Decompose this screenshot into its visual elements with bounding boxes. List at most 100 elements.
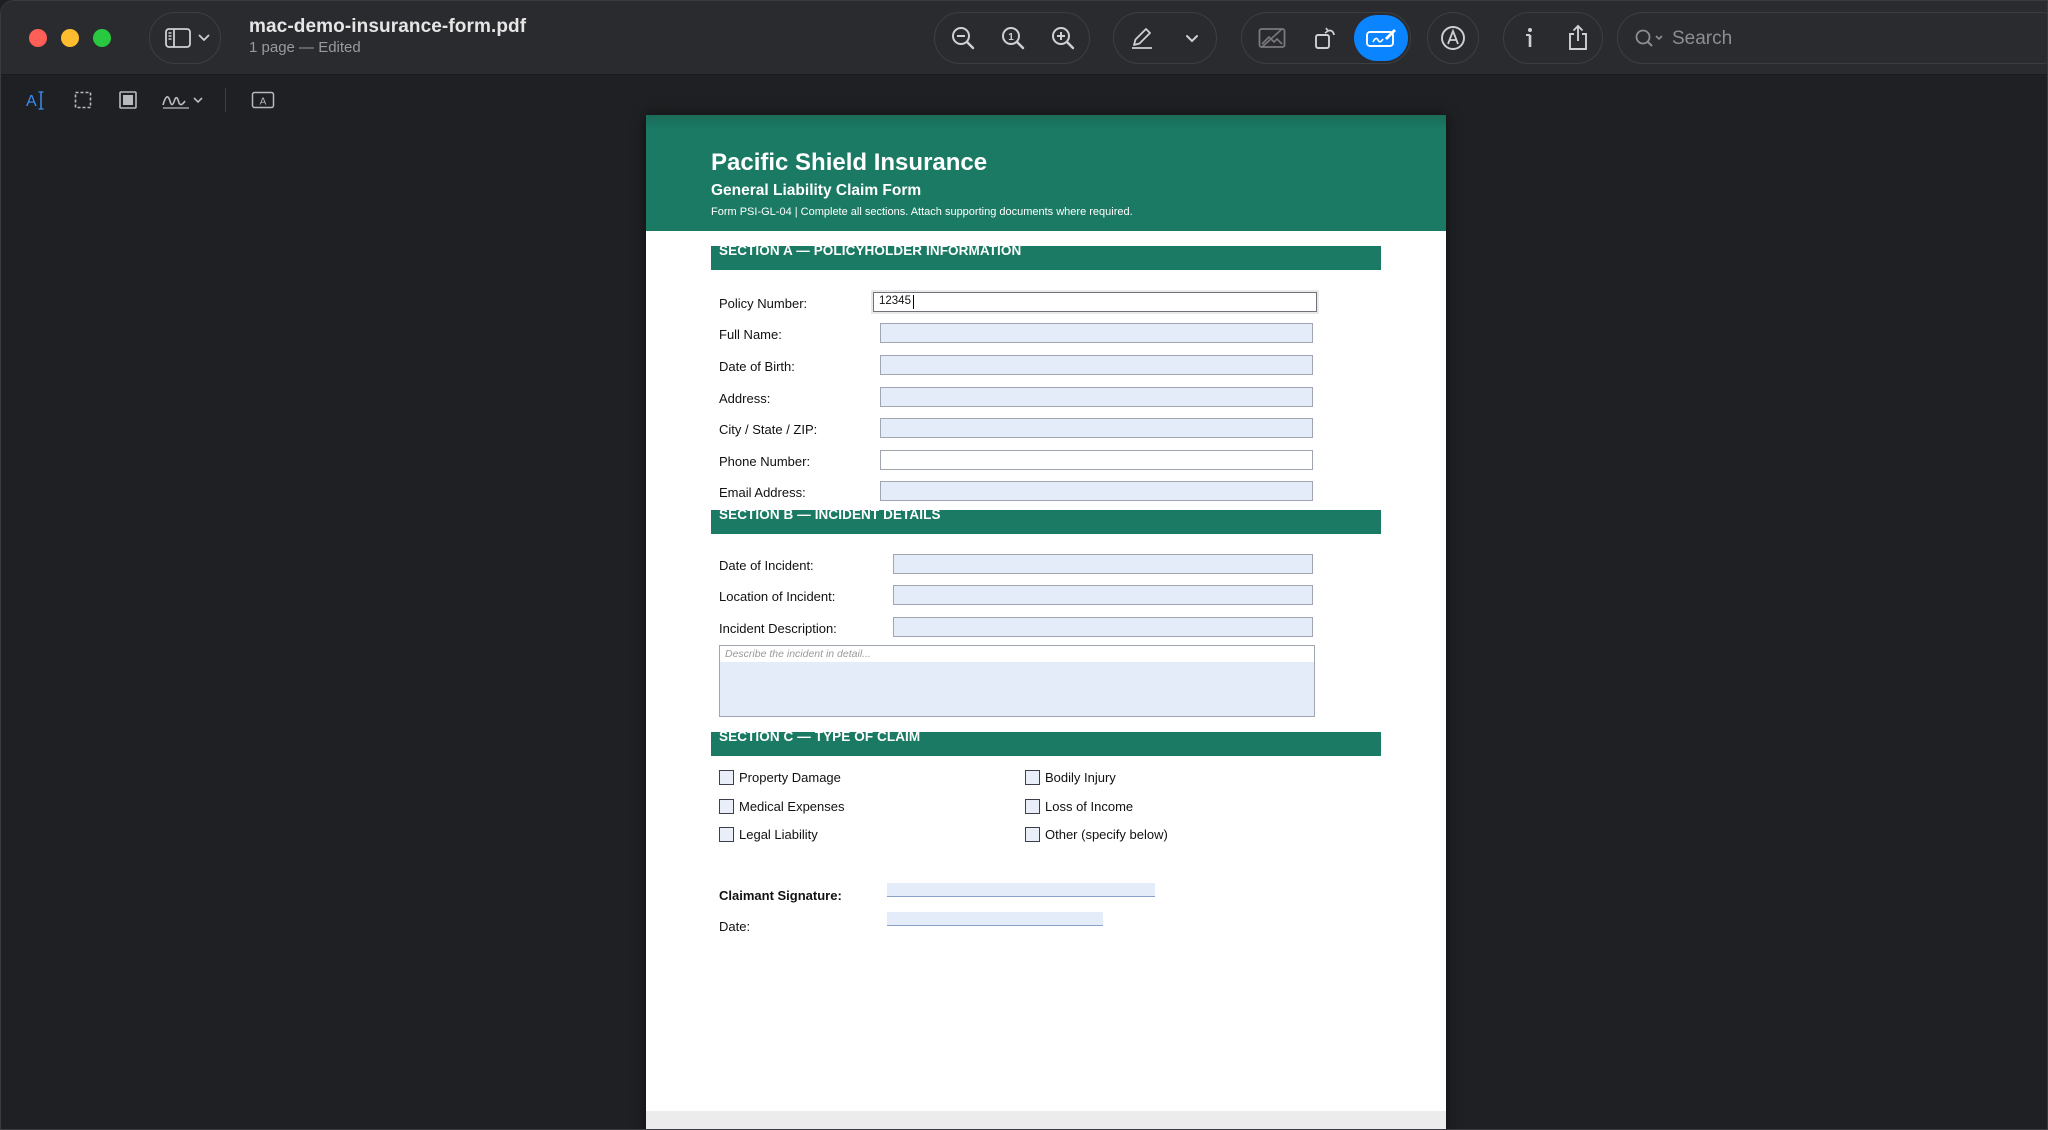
section-c-title: SECTION C — TYPE OF CLAIM bbox=[719, 729, 921, 744]
chevron-down-icon bbox=[192, 13, 216, 63]
section-b-title: SECTION B — INCIDENT DETAILS bbox=[719, 507, 941, 522]
legal-liability-label: Legal Liability bbox=[739, 827, 818, 842]
other-checkbox[interactable] bbox=[1025, 827, 1040, 842]
rotate-icon bbox=[1315, 27, 1335, 49]
email-label: Email Address: bbox=[719, 485, 806, 500]
page-footer-strip bbox=[646, 1111, 1446, 1129]
info-share-group bbox=[1503, 12, 1603, 64]
markup-icon bbox=[1366, 29, 1396, 47]
zoom-out-button[interactable] bbox=[939, 13, 987, 63]
zoom-in-button[interactable] bbox=[1039, 13, 1087, 63]
city-state-zip-field[interactable] bbox=[880, 418, 1313, 438]
highlight-menu-button[interactable] bbox=[1168, 13, 1216, 63]
section-a-header: SECTION A — POLICYHOLDER INFORMATION bbox=[711, 243, 1381, 270]
rotate-button[interactable] bbox=[1302, 13, 1350, 63]
medical-expenses-checkbox[interactable] bbox=[719, 799, 734, 814]
phone-field[interactable] bbox=[880, 450, 1313, 470]
document-title: mac-demo-insurance-form.pdf bbox=[249, 16, 527, 37]
bodily-injury-checkbox[interactable] bbox=[1025, 770, 1040, 785]
toolbar-divider bbox=[225, 88, 226, 112]
text-box-icon: A bbox=[251, 91, 275, 109]
dob-label: Date of Birth: bbox=[719, 359, 795, 374]
policy-number-field[interactable]: 12345 bbox=[873, 292, 1317, 312]
text-selection-tool[interactable]: A bbox=[25, 87, 47, 113]
sidebar-toggle-button[interactable] bbox=[149, 12, 221, 64]
share-icon bbox=[1569, 24, 1587, 50]
form-instructions: Form PSI-GL-04 | Complete all sections. … bbox=[711, 206, 1133, 218]
textarea-placeholder-row: Describe the incident in detail... bbox=[720, 646, 1314, 662]
incident-date-label: Date of Incident: bbox=[719, 558, 814, 573]
incident-location-label: Location of Incident: bbox=[719, 589, 836, 604]
document-status: 1 page — Edited bbox=[249, 39, 361, 56]
textarea-placeholder: Describe the incident in detail... bbox=[725, 648, 871, 660]
email-field[interactable] bbox=[880, 481, 1313, 501]
property-damage-checkbox[interactable] bbox=[719, 770, 734, 785]
search-placeholder: Search bbox=[1672, 28, 1733, 49]
redact-tool[interactable] bbox=[118, 87, 138, 113]
rectangular-selection-tool[interactable] bbox=[73, 87, 93, 113]
city-state-zip-label: City / State / ZIP: bbox=[719, 422, 818, 437]
highlight-button[interactable] bbox=[1118, 13, 1166, 63]
search-field[interactable]: Search bbox=[1617, 12, 2047, 64]
signature-date-field[interactable] bbox=[887, 912, 1103, 926]
svg-text:1: 1 bbox=[1008, 32, 1014, 43]
minimize-window-button[interactable] bbox=[61, 29, 79, 47]
chevron-down-icon bbox=[1186, 34, 1198, 42]
company-name: Pacific Shield Insurance bbox=[711, 149, 988, 176]
svg-text:A: A bbox=[26, 93, 37, 110]
markup-toolbar-button[interactable] bbox=[1354, 15, 1408, 61]
info-button[interactable] bbox=[1506, 13, 1554, 63]
section-c-header: SECTION C — TYPE OF CLAIM bbox=[711, 729, 1381, 756]
loss-of-income-checkbox[interactable] bbox=[1025, 799, 1040, 814]
address-label: Address: bbox=[719, 391, 771, 406]
incident-location-field[interactable] bbox=[893, 585, 1313, 605]
zoom-group: 1 bbox=[934, 12, 1090, 64]
titlebar: mac-demo-insurance-form.pdf 1 page — Edi… bbox=[1, 1, 2047, 75]
sign-tool[interactable] bbox=[161, 87, 205, 113]
property-damage-label: Property Damage bbox=[739, 770, 841, 785]
search-icon bbox=[1635, 29, 1663, 47]
other-label: Other (specify below) bbox=[1045, 827, 1168, 842]
section-a-title: SECTION A — POLICYHOLDER INFORMATION bbox=[719, 243, 1022, 258]
policy-number-label: Policy Number: bbox=[719, 296, 808, 311]
section-b-header: SECTION B — INCIDENT DETAILS bbox=[711, 507, 1381, 534]
bodily-injury-label: Bodily Injury bbox=[1045, 770, 1116, 785]
form-header: Pacific Shield Insurance General Liabili… bbox=[646, 115, 1446, 231]
signature-field[interactable] bbox=[887, 883, 1155, 897]
preview-window: mac-demo-insurance-form.pdf 1 page — Edi… bbox=[0, 0, 2048, 1130]
annotate-icon bbox=[1441, 26, 1465, 50]
image-edit-button[interactable] bbox=[1248, 13, 1296, 63]
zoom-in-icon bbox=[1052, 27, 1075, 50]
address-field[interactable] bbox=[880, 387, 1313, 407]
pdf-page: Pacific Shield Insurance General Liabili… bbox=[646, 115, 1446, 1129]
fullscreen-window-button[interactable] bbox=[93, 29, 111, 47]
svg-text:A: A bbox=[260, 97, 267, 108]
text-box-tool[interactable]: A bbox=[251, 87, 275, 113]
legal-liability-checbox[interactable] bbox=[719, 827, 734, 842]
signature-icon bbox=[162, 96, 203, 109]
annotate-button[interactable] bbox=[1429, 13, 1477, 63]
annotate-group bbox=[1427, 12, 1479, 64]
highlight-group bbox=[1113, 12, 1217, 64]
redact-icon bbox=[119, 91, 137, 109]
rect-select-icon bbox=[74, 91, 92, 109]
loss-of-income-label: Loss of Income bbox=[1045, 799, 1134, 814]
full-name-field[interactable] bbox=[880, 323, 1313, 343]
image-icon bbox=[1258, 28, 1286, 48]
share-button[interactable] bbox=[1554, 13, 1602, 63]
close-window-button[interactable] bbox=[29, 29, 47, 47]
actual-size-button[interactable]: 1 bbox=[989, 13, 1037, 63]
signature-label: Claimant Signature: bbox=[719, 888, 842, 903]
incident-description-label: Incident Description: bbox=[719, 621, 837, 636]
edit-group bbox=[1241, 12, 1411, 64]
actual-size-icon: 1 bbox=[1002, 27, 1025, 50]
incident-date-field[interactable] bbox=[893, 554, 1313, 574]
pen-icon bbox=[1132, 28, 1152, 49]
incident-description-field[interactable] bbox=[893, 617, 1313, 637]
zoom-out-icon bbox=[952, 27, 975, 50]
incident-description-textarea[interactable]: Describe the incident in detail... bbox=[719, 645, 1315, 717]
form-title: General Liability Claim Form bbox=[711, 182, 922, 199]
info-icon bbox=[1526, 28, 1532, 47]
dob-field[interactable] bbox=[880, 355, 1313, 375]
full-name-label: Full Name: bbox=[719, 327, 782, 342]
